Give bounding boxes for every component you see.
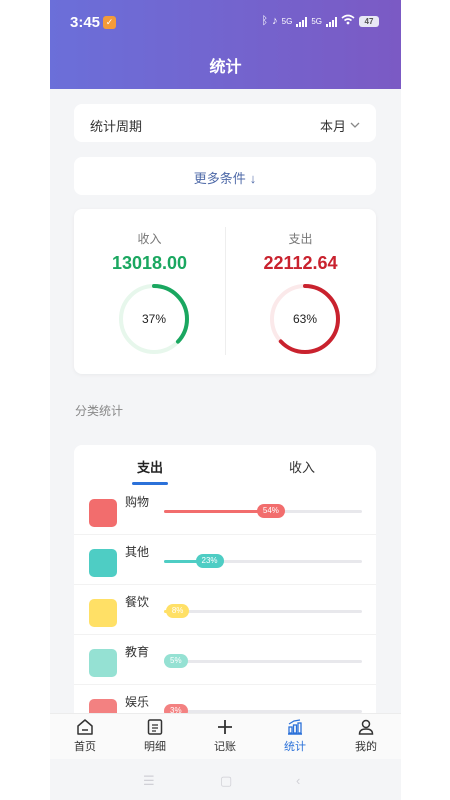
category-name: 其他 — [125, 545, 150, 559]
app-screen: 3:45 ✓ ᛒ ♪ 5G 5G 47 统计 统计周期 本月 更多条件 ↓ 收入… — [50, 0, 401, 800]
bluetooth-icon: ᛒ — [261, 15, 269, 27]
system-nav-bar: ☰ ▢ ‹ — [50, 759, 401, 800]
category-percent-badge: 23% — [195, 554, 224, 568]
mute-icon: ♪ — [272, 15, 278, 27]
period-value: 本月 — [319, 119, 346, 134]
period-selector[interactable]: 统计周期 本月 — [74, 104, 376, 142]
category-row[interactable]: 餐饮 8% — [74, 585, 376, 635]
nav-stats-label: 统计 — [284, 741, 306, 753]
category-row[interactable]: 教育 5% — [74, 635, 376, 685]
nav-home[interactable]: 首页 — [55, 718, 115, 754]
notification-icon: ✓ — [103, 16, 116, 29]
home-icon — [77, 719, 93, 735]
category-color-swatch — [89, 599, 117, 627]
period-label: 统计周期 — [90, 119, 143, 134]
category-row[interactable]: 购物 54% — [74, 485, 376, 535]
chevron-down-icon — [350, 122, 360, 128]
nav-profile-label: 我的 — [355, 741, 377, 753]
category-percent-badge: 8% — [165, 604, 190, 618]
expense-amount: 22112.64 — [263, 253, 338, 273]
category-bar-track: 23% — [164, 554, 362, 568]
nav-details-label: 明细 — [144, 741, 166, 753]
back-icon[interactable]: ‹ — [296, 773, 300, 788]
status-icons: ᛒ ♪ 5G 5G 47 — [262, 14, 379, 28]
category-card: 支出 收入 购物 54% 其他 23% 餐饮 8% 教育 5% 娱乐 3% — [74, 445, 376, 745]
expense-summary: 支出 22112.64 63% — [225, 209, 376, 374]
category-name: 餐饮 — [125, 595, 150, 609]
expense-percent: 63% — [292, 312, 318, 326]
income-label: 收入 — [137, 232, 162, 246]
period-dropdown[interactable]: 本月 — [320, 116, 360, 135]
arrow-down-icon: ↓ — [249, 171, 257, 186]
income-amount: 13018.00 — [111, 253, 188, 273]
list-icon — [147, 719, 163, 735]
wifi-icon — [341, 14, 355, 28]
more-filters-button[interactable]: 更多条件 ↓ — [74, 157, 376, 195]
category-name: 教育 — [125, 645, 150, 659]
network-label-2: 5G — [311, 16, 322, 26]
category-bar-fill — [164, 510, 271, 513]
nav-details[interactable]: 明细 — [125, 718, 185, 754]
tab-income[interactable]: 收入 — [289, 457, 315, 476]
status-bar: 3:45 ✓ ᛒ ♪ 5G 5G 47 — [50, 0, 401, 44]
stats-icon — [288, 719, 302, 735]
category-color-swatch — [89, 649, 117, 677]
category-bar-track: 5% — [164, 654, 362, 668]
signal-icon-2 — [326, 16, 337, 27]
page-title: 统计 — [209, 59, 242, 76]
menu-icon[interactable]: ☰ — [143, 773, 155, 789]
category-percent-badge: 5% — [164, 654, 188, 668]
category-bar-track: 8% — [164, 604, 362, 618]
plus-icon — [218, 720, 232, 734]
section-title: 分类统计 — [75, 404, 124, 418]
category-name: 购物 — [125, 495, 150, 509]
nav-profile[interactable]: 我的 — [336, 718, 396, 754]
battery-icon: 47 — [359, 15, 379, 27]
network-label-1: 5G — [281, 16, 293, 26]
home-square-icon[interactable]: ▢ — [220, 773, 232, 789]
income-percent: 37% — [141, 312, 167, 326]
category-percent-badge: 54% — [256, 504, 285, 518]
more-filters-label: 更多条件 — [193, 171, 246, 186]
profile-icon — [358, 719, 374, 735]
category-name: 娱乐 — [125, 695, 150, 709]
nav-stats[interactable]: 统计 — [265, 718, 325, 754]
category-color-swatch — [89, 499, 117, 527]
category-color-swatch — [89, 549, 117, 577]
category-bar-track: 54% — [164, 504, 362, 518]
tab-expense[interactable]: 支出 — [137, 457, 163, 476]
summary-card: 收入 13018.00 37% 支出 22112.64 63% — [74, 209, 376, 374]
nav-record-label: 记账 — [214, 741, 236, 753]
header: 3:45 ✓ ᛒ ♪ 5G 5G 47 统计 — [50, 0, 401, 89]
category-row[interactable]: 其他 23% — [74, 535, 376, 585]
expense-label: 支出 — [288, 232, 313, 246]
nav-record[interactable]: 记账 — [195, 718, 255, 754]
bottom-nav: 首页 明细 记账 统计 我的 — [50, 713, 401, 759]
nav-home-label: 首页 — [74, 741, 96, 753]
signal-icon-1 — [296, 16, 308, 27]
income-summary: 收入 13018.00 37% — [74, 209, 225, 374]
status-time: 3:45 — [70, 14, 101, 31]
